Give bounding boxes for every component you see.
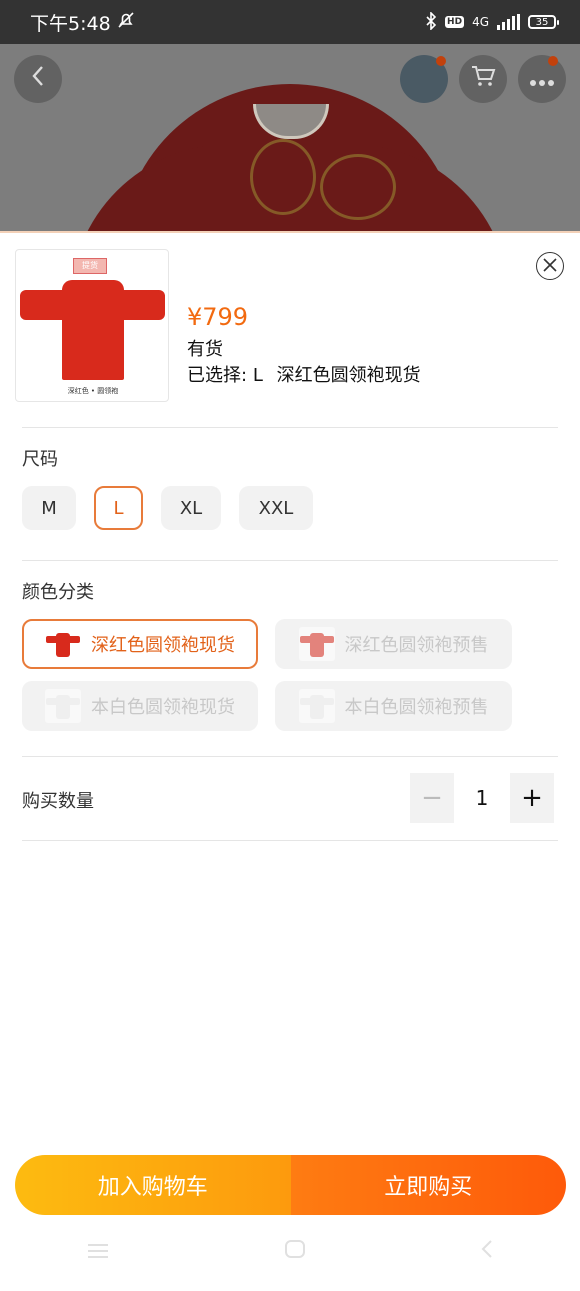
- chevron-left-icon: [31, 65, 45, 93]
- cart-button[interactable]: [459, 55, 507, 103]
- home-icon[interactable]: [284, 1239, 306, 1265]
- red-robe-swatch: [45, 627, 81, 661]
- bluetooth-icon: [425, 10, 437, 33]
- divider: [22, 840, 558, 841]
- white-robe-swatch: [298, 689, 335, 723]
- battery-level: 35: [535, 16, 549, 28]
- selected-label: 已选择:: [187, 365, 248, 386]
- close-button[interactable]: [536, 252, 564, 280]
- product-hero-image: [0, 44, 580, 232]
- quantity-decrease-button[interactable]: −: [410, 773, 454, 823]
- thumb-robe: [62, 280, 124, 380]
- more-badge: [548, 56, 558, 66]
- quantity-stepper: − 1 +: [410, 773, 554, 823]
- back-button[interactable]: [14, 55, 62, 103]
- selected-color: 深红色圆领袍现货: [276, 365, 421, 386]
- quantity-value[interactable]: 1: [457, 773, 507, 823]
- thumb-tag: 提货: [73, 258, 107, 274]
- more-icon: [529, 65, 555, 93]
- divider: [22, 756, 558, 757]
- status-bar: 下午5:48 HD 4G 35: [0, 0, 580, 44]
- thumb-caption: 深红色 • 圆领袍: [67, 387, 119, 395]
- divider: [22, 427, 558, 428]
- color-option-label: 本白色圆领袍现货: [91, 697, 235, 718]
- sku-selector-sheet: 提货 深红色 • 圆领袍 ¥799 有货 已选择: L 深红色圆领袍现货 尺码 …: [0, 231, 580, 1291]
- battery-icon: 35: [528, 15, 559, 29]
- product-thumbnail[interactable]: 提货 深红色 • 圆领袍: [15, 249, 169, 402]
- size-option-m[interactable]: M: [22, 486, 76, 530]
- close-icon: [543, 256, 557, 277]
- status-time: 下午5:48: [30, 12, 111, 35]
- embroidery-pattern: [250, 139, 316, 215]
- color-section-title: 颜色分类: [22, 582, 94, 603]
- more-button[interactable]: [518, 55, 566, 103]
- network-type: 4G: [472, 15, 489, 29]
- selected-size: L: [252, 365, 263, 386]
- product-price: ¥799: [187, 303, 249, 331]
- signal-icon: [497, 14, 520, 30]
- color-option-white-presale[interactable]: 本白色圆领袍预售: [275, 681, 512, 731]
- size-section-title: 尺码: [22, 449, 58, 470]
- color-option-white-instock[interactable]: 本白色圆领袍现货: [22, 681, 258, 731]
- red-robe-swatch: [298, 627, 335, 661]
- avatar-badge: [436, 56, 446, 66]
- white-robe-swatch: [45, 689, 81, 723]
- color-option-label: 深红色圆领袍现货: [91, 635, 235, 656]
- status-icons: HD 4G 35: [425, 10, 559, 33]
- add-to-cart-button[interactable]: 加入购物车: [15, 1155, 291, 1215]
- status-time-group: 下午5:48: [30, 9, 135, 36]
- size-option-xl[interactable]: XL: [161, 486, 221, 530]
- hd-icon: HD: [445, 16, 465, 28]
- selected-summary: 已选择: L 深红色圆领袍现货: [187, 361, 421, 387]
- embroidery-pattern: [320, 154, 396, 220]
- bell-muted-icon: [117, 11, 135, 34]
- cart-icon: [470, 64, 496, 94]
- color-option-label: 本白色圆领袍预售: [344, 697, 489, 718]
- divider: [22, 560, 558, 561]
- color-option-red-presale[interactable]: 深红色圆领袍预售: [275, 619, 512, 669]
- back-nav-icon[interactable]: [481, 1239, 493, 1265]
- size-option-xxl[interactable]: XXL: [239, 486, 313, 530]
- quantity-section-title: 购买数量: [22, 791, 94, 812]
- quantity-increase-button[interactable]: +: [510, 773, 554, 823]
- size-option-l[interactable]: L: [94, 486, 143, 530]
- action-bar: 加入购物车 立即购买: [15, 1155, 566, 1215]
- stock-status: 有货: [187, 339, 223, 360]
- color-option-red-instock[interactable]: 深红色圆领袍现货: [22, 619, 258, 669]
- buy-now-button[interactable]: 立即购买: [290, 1155, 566, 1215]
- color-option-label: 深红色圆领袍预售: [344, 635, 489, 656]
- system-nav-bar: [0, 1213, 580, 1291]
- menu-icon[interactable]: [87, 1240, 109, 1265]
